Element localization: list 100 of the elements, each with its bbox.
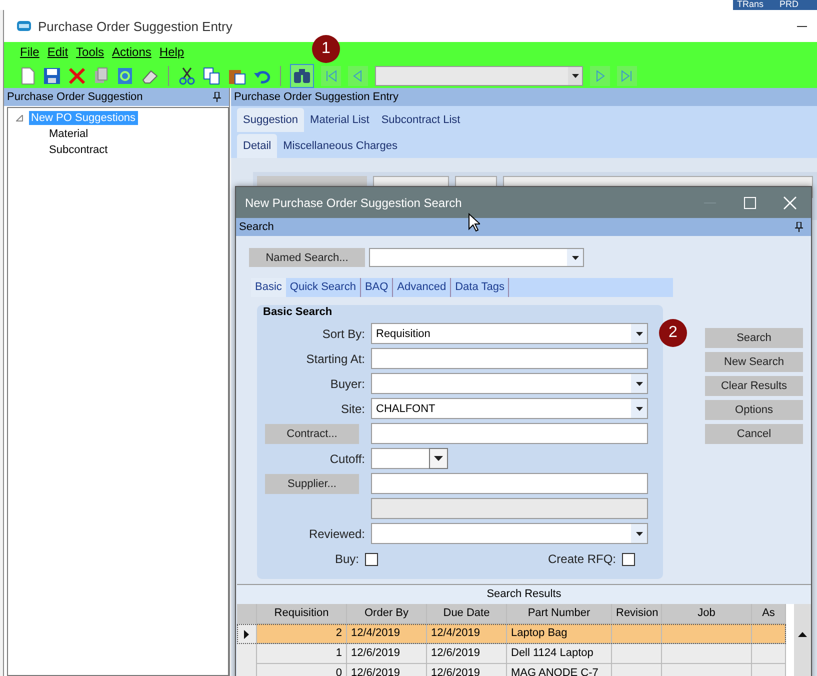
dropdown-arrow-icon xyxy=(434,456,443,461)
save-icon[interactable] xyxy=(43,67,61,85)
table-cell: Dell 1124 Laptop xyxy=(511,647,594,659)
named-search-button[interactable]: Named Search... xyxy=(249,248,365,267)
cursor-icon xyxy=(468,213,480,232)
checkbox[interactable] xyxy=(622,552,636,566)
tab[interactable]: Quick Search xyxy=(286,278,361,297)
table-row[interactable]: 2 12/4/2019 12/4/2019 Laptop Bag xyxy=(237,624,786,644)
results-title: Search Results xyxy=(237,585,811,604)
checkbox[interactable] xyxy=(365,552,378,566)
dropdown-arrow-icon xyxy=(636,332,642,336)
window-label: TRans xyxy=(737,0,764,10)
app-icon xyxy=(16,19,32,33)
menu-item[interactable]: Edit xyxy=(47,45,68,61)
tab[interactable]: BAQ xyxy=(360,278,394,297)
callout-badge: 2 xyxy=(659,319,687,347)
maximize-button[interactable] xyxy=(743,196,757,210)
window-label: PRD xyxy=(780,0,799,10)
row-pointer-icon xyxy=(244,630,249,638)
scroll-up-icon[interactable] xyxy=(798,632,807,637)
dropdown-arrow-icon xyxy=(572,74,578,78)
tree-item[interactable]: Material xyxy=(47,127,90,141)
tab[interactable]: Material List xyxy=(304,108,376,132)
dialog-button[interactable]: New Search xyxy=(705,352,803,372)
checkbox-label: Create RFQ: xyxy=(548,552,616,566)
tab[interactable]: Advanced xyxy=(393,278,452,297)
field-label: Sort By: xyxy=(322,326,365,340)
menu-item[interactable]: Actions xyxy=(112,45,152,61)
field-label: Starting At: xyxy=(306,352,365,366)
last-record-icon[interactable] xyxy=(617,66,637,86)
tab[interactable]: Data Tags xyxy=(451,278,510,297)
tab[interactable]: Detail xyxy=(237,134,278,158)
record-dropdown[interactable] xyxy=(375,66,583,86)
table-cell: Laptop Bag xyxy=(511,627,568,639)
close-button[interactable] xyxy=(783,196,797,210)
new-document-icon[interactable] xyxy=(20,67,36,85)
menu-item[interactable]: Help xyxy=(159,45,184,61)
field-label: Cutoff: xyxy=(330,452,365,466)
dialog-button[interactable]: Cancel xyxy=(705,424,803,444)
table-row[interactable]: 1 12/6/2019 12/6/2019 Dell 1124 Laptop xyxy=(237,644,786,664)
tab[interactable]: Suggestion xyxy=(237,108,304,132)
tab[interactable]: Miscellaneous Charges xyxy=(277,134,404,158)
dropdown-arrow-icon xyxy=(572,256,578,260)
group-title: Basic Search xyxy=(263,306,332,318)
next-record-icon[interactable] xyxy=(590,66,610,86)
field-label: Reviewed: xyxy=(308,526,365,540)
dialog-button[interactable]: Search xyxy=(705,328,803,348)
dropdown-arrow-icon xyxy=(636,382,642,386)
pane-title: Purchase Order Suggestion Entry xyxy=(234,91,398,103)
dropdown-field[interactable] xyxy=(371,523,648,544)
table-cell: 2 xyxy=(336,627,342,639)
paste-icon[interactable] xyxy=(228,67,246,85)
dropdown-field[interactable]: CHALFONT xyxy=(371,398,648,419)
tab[interactable]: Subcontract List xyxy=(375,108,466,132)
search-button[interactable] xyxy=(290,64,314,88)
dialog-button[interactable]: Clear Results xyxy=(705,376,803,396)
tree-item[interactable]: Subcontract xyxy=(47,143,110,157)
dropdown-arrow-icon xyxy=(636,406,642,410)
input-field[interactable] xyxy=(371,348,648,369)
copy-icon[interactable] xyxy=(203,67,221,85)
table-row[interactable]: 0 12/6/2019 12/6/2019 MAG ANODE C-7 xyxy=(237,664,786,676)
field-label: Buyer: xyxy=(330,376,365,390)
table-cell: 12/6/2019 xyxy=(431,647,480,659)
input-field[interactable] xyxy=(371,473,648,494)
pane-title: Search xyxy=(239,221,274,233)
pin-icon[interactable] xyxy=(795,222,803,232)
table-cell: 12/4/2019 xyxy=(431,627,480,639)
input-field[interactable] xyxy=(371,423,648,444)
checkbox-label: Buy: xyxy=(334,552,359,566)
lookup-button[interactable]: Supplier... xyxy=(265,474,359,494)
copy-record-icon[interactable] xyxy=(93,67,109,85)
tab[interactable]: Basic xyxy=(251,278,286,297)
pin-icon[interactable] xyxy=(213,92,221,102)
menu-item[interactable]: File xyxy=(20,45,40,61)
table-cell: 0 xyxy=(336,667,342,676)
previous-record-icon[interactable] xyxy=(348,66,368,86)
callout-badge: 1 xyxy=(312,35,340,63)
table-cell: MAG ANODE C-7 xyxy=(511,667,598,676)
dialog-title: New Purchase Order Suggestion Search xyxy=(245,196,462,210)
delete-icon[interactable] xyxy=(68,67,86,85)
collapse-icon[interactable] xyxy=(16,114,24,122)
table-cell: 12/6/2019 xyxy=(351,647,400,659)
table-cell: 1 xyxy=(336,647,342,659)
scrollbar[interactable] xyxy=(794,604,811,676)
table-cell: 12/6/2019 xyxy=(351,667,400,676)
cut-icon[interactable] xyxy=(178,67,196,85)
lookup-button[interactable]: Contract... xyxy=(265,424,359,444)
dialog-button[interactable]: Options xyxy=(705,400,803,420)
dropdown-field[interactable] xyxy=(371,373,648,394)
dropdown-arrow-icon xyxy=(636,532,642,536)
field-label: Site: xyxy=(340,402,365,416)
menu-item[interactable]: Tools xyxy=(76,45,104,61)
table-cell: 12/4/2019 xyxy=(351,627,400,639)
window-title: Purchase Order Suggestion Entry xyxy=(38,18,234,34)
table-cell: 12/6/2019 xyxy=(431,667,480,676)
date-field[interactable] xyxy=(371,448,448,469)
pane-title: Purchase Order Suggestion xyxy=(7,91,143,103)
refresh-icon[interactable] xyxy=(116,67,134,85)
named-search-dropdown[interactable] xyxy=(369,248,584,267)
first-record-icon[interactable] xyxy=(321,66,341,86)
